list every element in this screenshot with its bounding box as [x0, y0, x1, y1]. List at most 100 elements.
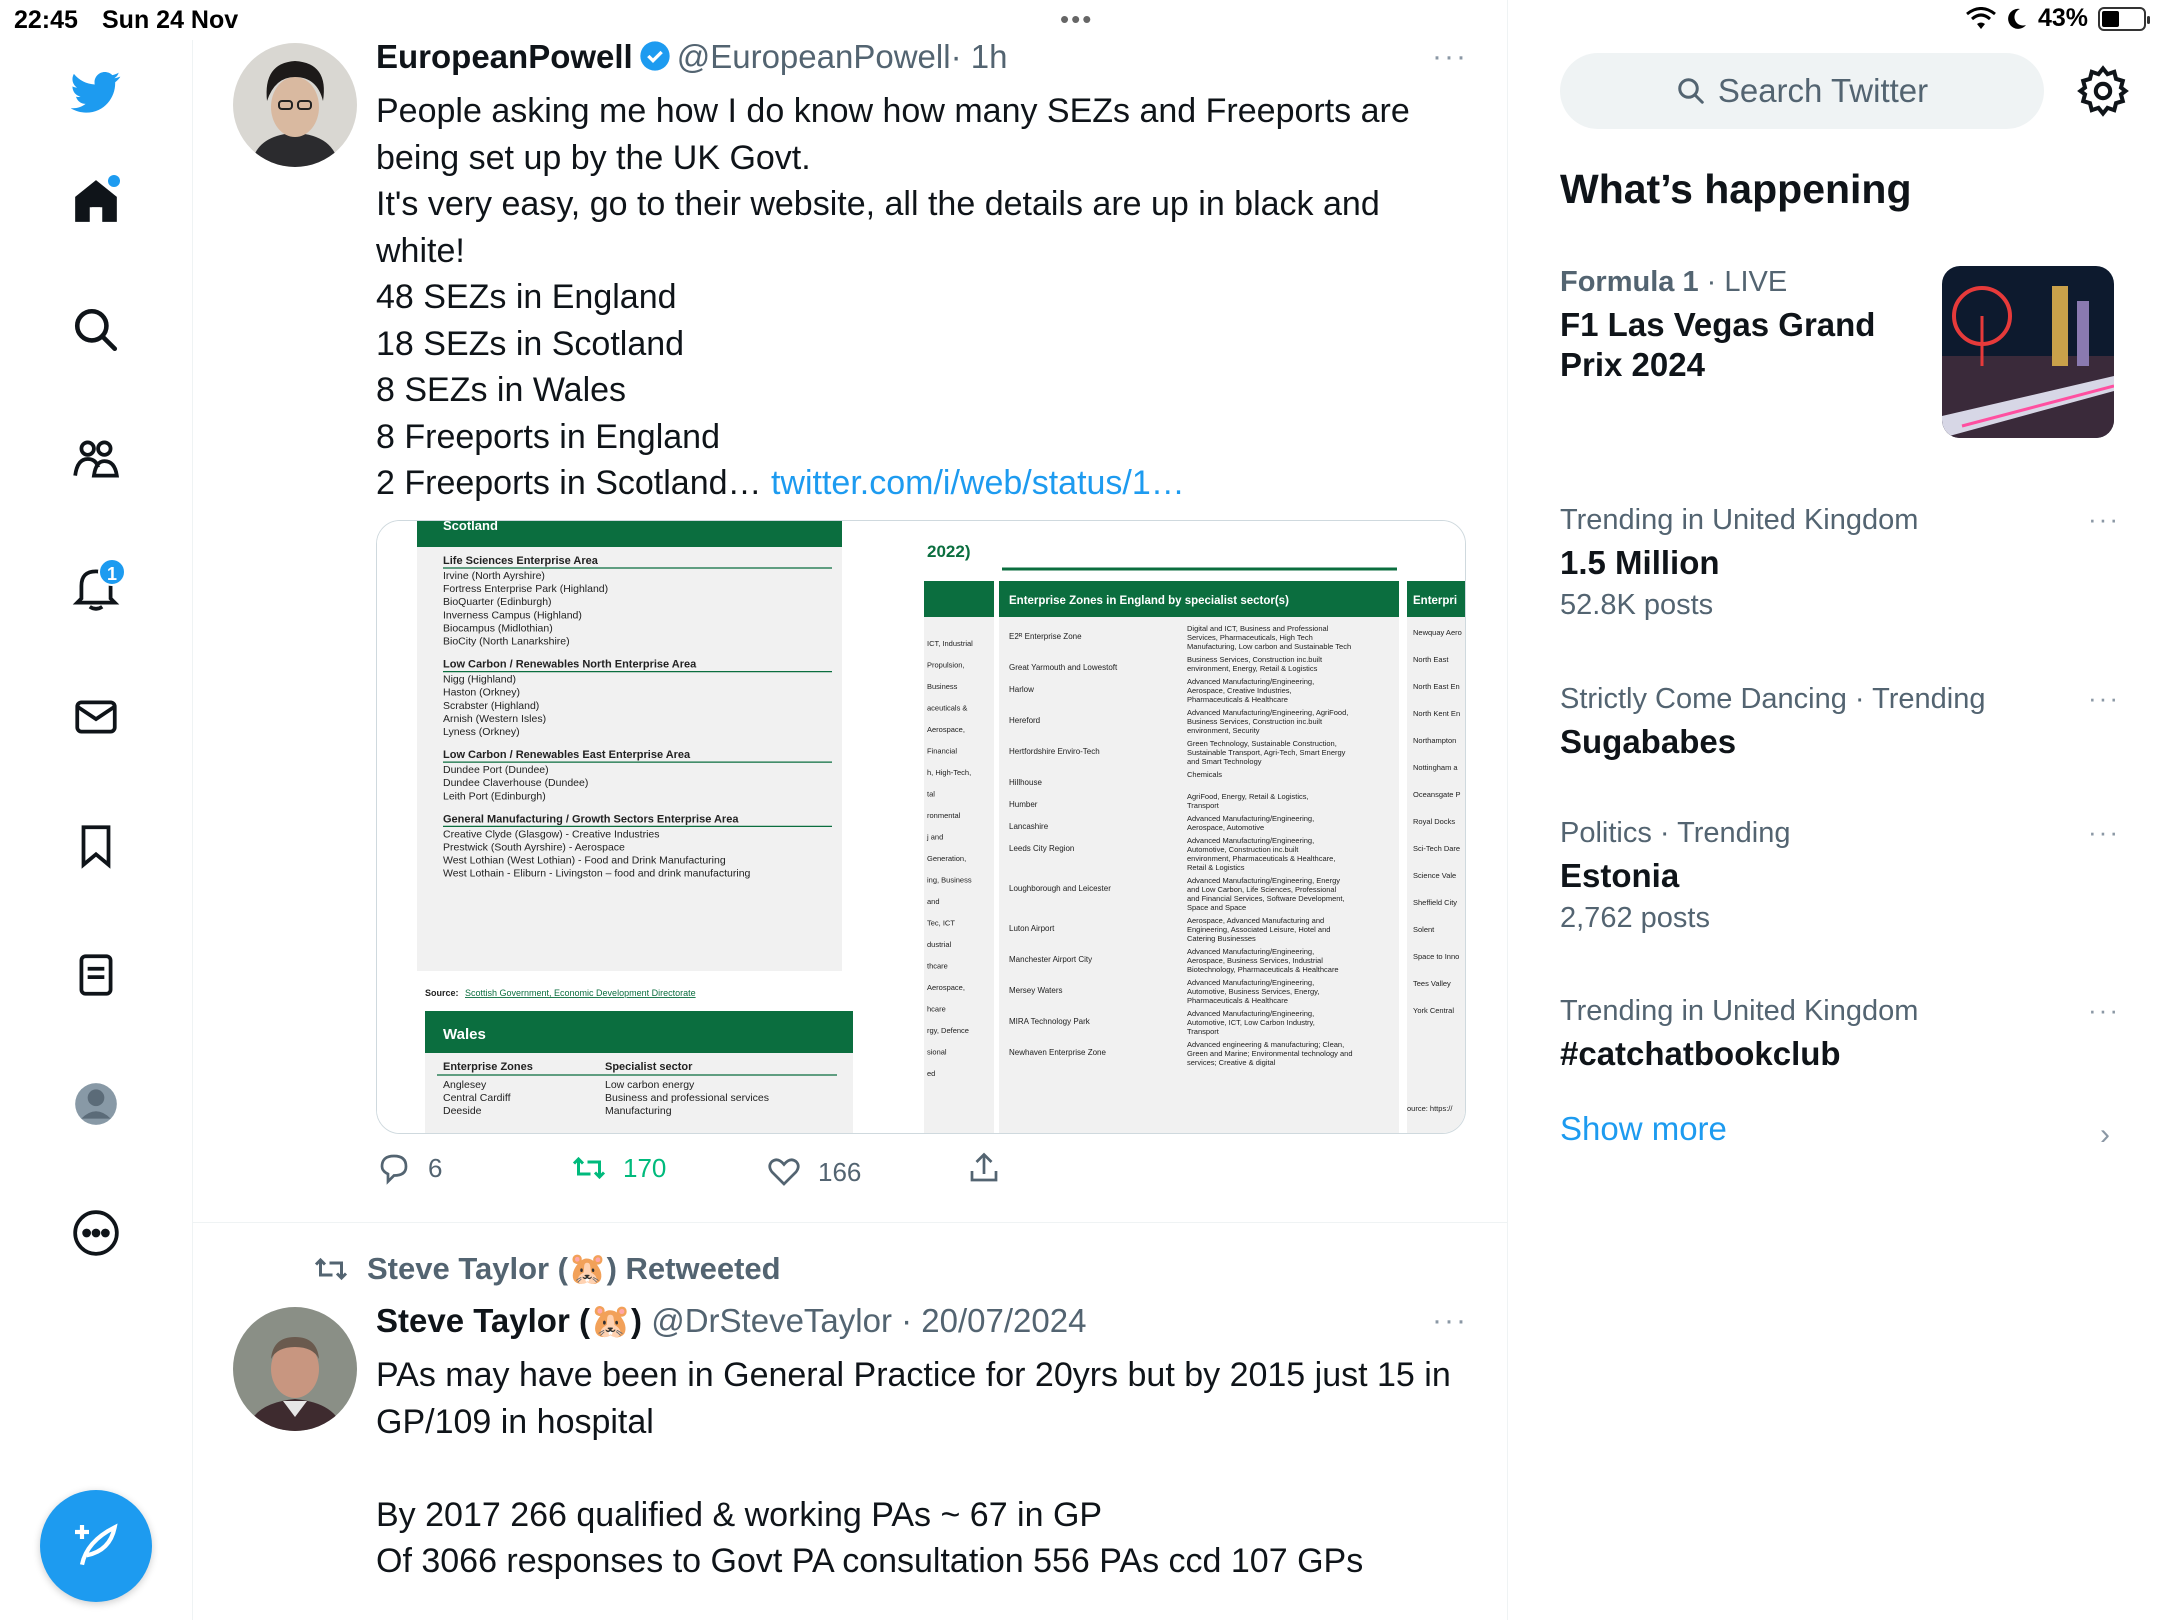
- search-input[interactable]: Search Twitter: [1560, 53, 2044, 129]
- england-sector: Automotive, Business Services, Energy,: [1187, 987, 1319, 996]
- england-sector: Business Services, Construction inc.buil…: [1187, 717, 1323, 726]
- england-sector: services; Creative & digital: [1187, 1058, 1276, 1067]
- england-sector: Business Services, Construction inc.buil…: [1187, 655, 1323, 664]
- trend-more-icon[interactable]: ···: [2088, 683, 2120, 714]
- trend-title: 1.5 Million: [1560, 544, 1720, 581]
- author-handle[interactable]: @DrSteveTaylor: [651, 1302, 892, 1339]
- wales-zone: Deeside: [443, 1105, 482, 1117]
- notifications-badge: 1: [98, 558, 126, 586]
- twitter-logo-icon[interactable]: [64, 60, 128, 124]
- search-placeholder: Search Twitter: [1717, 72, 1929, 109]
- england-zone: Mersey Waters: [1009, 986, 1063, 995]
- status-right: 43%: [1966, 4, 2150, 33]
- scotland-section-title: Low Carbon / Renewables North Enterprise…: [443, 659, 697, 671]
- cutoff-text: ed: [927, 1069, 935, 1078]
- right-sidebar: Search Twitter What’s happening Formula …: [1508, 40, 2160, 1620]
- cutoff-text: Oceansgate P: [1413, 790, 1461, 799]
- cutoff-text: Northampton: [1413, 736, 1456, 745]
- retweeted-by-line[interactable]: Steve Taylor (🐹) Retweeted: [313, 1250, 781, 1287]
- wales-col-header: Enterprise Zones: [443, 1061, 533, 1073]
- england-header: Enterprise Zones in England by specialis…: [1009, 595, 1289, 607]
- messages-icon[interactable]: [64, 685, 128, 749]
- scotland-item: West Lothain - Eliburn - Livingston – fo…: [443, 868, 751, 880]
- cutoff-text: York Central: [1413, 1006, 1454, 1015]
- trend-item[interactable]: Trending in United Kingdom #catchatbookc…: [1560, 995, 2120, 1074]
- trend-title: Sugababes: [1560, 723, 1737, 760]
- england-sector: Biotechnology, Pharmaceuticals & Healthc…: [1187, 965, 1339, 974]
- england-sector: Aerospace, Creative Industries,: [1187, 686, 1292, 695]
- avatar[interactable]: [233, 43, 357, 167]
- year-fragment: 2022): [927, 542, 970, 561]
- england-sector: Aerospace, Automotive: [1187, 823, 1264, 832]
- home-new-dot: [108, 175, 120, 187]
- trend-context: Politics · Trending: [1560, 817, 1791, 849]
- author-handle[interactable]: @EuropeanPowell: [677, 38, 951, 75]
- trend-more-icon[interactable]: ···: [2088, 817, 2120, 848]
- scotland-item: Creative Clyde (Glasgow) - Creative Indu…: [443, 828, 660, 840]
- scotland-item: Inverness Campus (Highland): [443, 609, 582, 621]
- tweet-more-icon[interactable]: ···: [1432, 1304, 1468, 1338]
- tweet-media[interactable]: Scotland Life Sciences Enterprise Area Irv…: [376, 520, 1466, 1134]
- compose-tweet-button[interactable]: [40, 1490, 152, 1602]
- author-name[interactable]: EuropeanPowell: [376, 38, 633, 75]
- author-name[interactable]: Steve Taylor (🐹): [376, 1302, 642, 1339]
- tweet-actions: 6 170 166: [376, 1150, 1376, 1200]
- tweet-time[interactable]: · 1h: [951, 38, 1008, 75]
- trend-item[interactable]: Politics · Trending Estonia 2,762 posts …: [1560, 817, 2120, 935]
- england-sector: Advanced Manufacturing/Engineering, Agri…: [1187, 708, 1348, 717]
- cutoff-text: Solent: [1413, 925, 1435, 934]
- retweet-button[interactable]: 170: [571, 1150, 666, 1186]
- source-text: Scottish Government, Economic Developmen…: [465, 988, 696, 998]
- cutoff-text: ing, Business: [927, 876, 972, 885]
- england-sector: Transport: [1187, 801, 1220, 810]
- trend-thumbnail[interactable]: [1942, 266, 2114, 438]
- trend-more-icon[interactable]: ···: [2088, 504, 2120, 535]
- scotland-section-title: General Manufacturing / Growth Sectors E…: [443, 813, 739, 825]
- more-options-icon[interactable]: [64, 1201, 128, 1265]
- share-button[interactable]: [966, 1150, 1002, 1186]
- england-zone: Luton Airport: [1009, 924, 1055, 933]
- trend-more-icon[interactable]: ···: [2088, 995, 2120, 1026]
- retweet-icon: [572, 1156, 606, 1180]
- cutoff-text: ronmental: [927, 811, 961, 820]
- trend-item[interactable]: Trending in United Kingdom 1.5 Million 5…: [1560, 504, 2120, 622]
- communities-icon[interactable]: [64, 427, 128, 491]
- scotland-item: Lyness (Orkney): [443, 726, 520, 738]
- reply-icon: [380, 1154, 408, 1185]
- trend-context: Trending in United Kingdom: [1560, 504, 1919, 536]
- trend-item[interactable]: Strictly Come Dancing · Trending Sugabab…: [1560, 683, 2120, 762]
- retweet-small-icon: [314, 1257, 348, 1280]
- cutoff-text: hcare: [927, 1005, 946, 1014]
- avatar[interactable]: [233, 1307, 357, 1431]
- wales-zone: Central Cardiff: [443, 1092, 511, 1104]
- tweet-link[interactable]: twitter.com/i/web/status/1…: [771, 464, 1185, 502]
- timeline: EuropeanPowell @EuropeanPowell· 1h ··· Pe…: [193, 0, 1508, 1620]
- profile-icon[interactable]: [64, 1072, 128, 1136]
- tweet-time[interactable]: · 20/07/2024: [901, 1302, 1086, 1339]
- battery-percent: 43%: [2037, 4, 2088, 32]
- cutoff-text: North Kent En: [1413, 709, 1460, 718]
- tweet-more-icon[interactable]: ···: [1432, 40, 1468, 74]
- trend-title: Estonia: [1560, 857, 1680, 894]
- cutoff-text: North East: [1413, 655, 1449, 664]
- reply-button[interactable]: 6: [376, 1150, 442, 1186]
- bookmarks-icon[interactable]: [64, 814, 128, 878]
- cutoff-text: Nottingham a: [1413, 763, 1458, 772]
- compose-feather-icon: [75, 1523, 118, 1566]
- lists-icon[interactable]: [64, 943, 128, 1007]
- cutoff-text: dustrial: [927, 940, 952, 949]
- settings-gear-icon[interactable]: [2076, 64, 2130, 118]
- scotland-item: Prestwick (South Ayrshire) - Aerospace: [443, 842, 625, 854]
- chevron-right-icon[interactable]: ›: [2100, 1118, 2110, 1152]
- notifications-icon[interactable]: 1: [64, 556, 128, 620]
- england-zone: Harlow: [1009, 685, 1034, 694]
- heart-icon: [768, 1158, 800, 1186]
- like-button[interactable]: 166: [766, 1154, 861, 1190]
- verified-badge-icon: [640, 41, 670, 71]
- cutoff-text: Financial: [927, 747, 957, 756]
- search-nav-icon[interactable]: [64, 298, 128, 362]
- home-icon[interactable]: [64, 169, 128, 233]
- wifi-icon: [1966, 6, 1996, 29]
- show-more-link[interactable]: Show more: [1560, 1110, 1727, 1148]
- england-sector: Advanced Manufacturing/Engineering, Ener…: [1187, 876, 1340, 885]
